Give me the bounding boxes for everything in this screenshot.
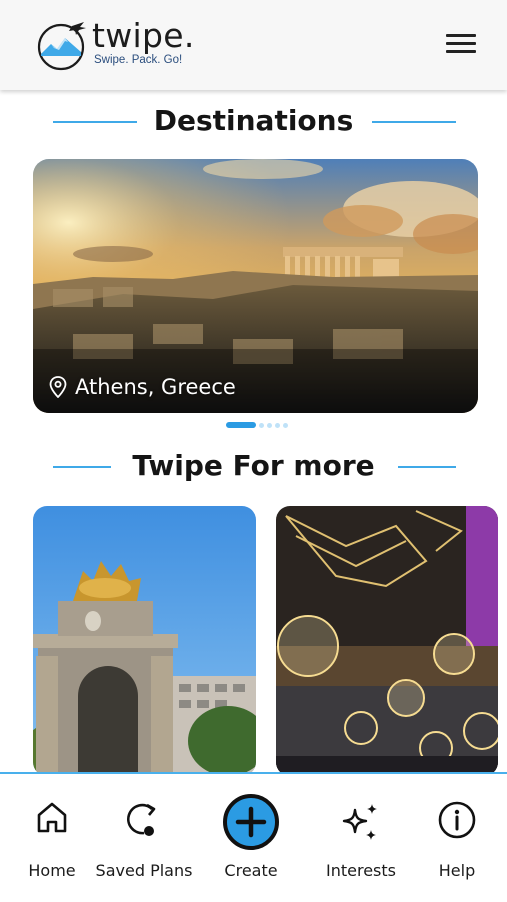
nav-create[interactable]: Create bbox=[216, 774, 286, 902]
carousel-dot[interactable] bbox=[267, 422, 272, 428]
location-pin-icon bbox=[49, 376, 67, 398]
saved-plans-icon bbox=[127, 803, 156, 836]
nav-saved-plans[interactable]: Saved Plans bbox=[93, 774, 195, 902]
nav-home[interactable]: Home bbox=[18, 774, 86, 902]
nav-interests[interactable]: Interests bbox=[321, 774, 401, 902]
destination-label: Athens, Greece bbox=[49, 375, 236, 399]
christmas-lights-photo bbox=[276, 506, 498, 776]
home-icon bbox=[37, 802, 67, 833]
app-header: twipe. Swipe. Pack. Go! bbox=[0, 0, 507, 90]
sparkles-icon bbox=[342, 804, 377, 840]
globe-plane-logo-icon bbox=[37, 22, 86, 71]
more-card-barcelona[interactable] bbox=[33, 506, 256, 776]
brand-name: twipe. bbox=[92, 16, 195, 55]
nav-interests-label: Interests bbox=[326, 861, 396, 880]
carousel-dot[interactable] bbox=[283, 422, 288, 428]
carousel-indicator bbox=[226, 422, 288, 428]
brand-logo[interactable]: twipe. Swipe. Pack. Go! bbox=[34, 16, 204, 74]
brand-tagline: Swipe. Pack. Go! bbox=[94, 54, 183, 66]
info-icon bbox=[438, 801, 476, 839]
nav-help[interactable]: Help bbox=[428, 774, 486, 902]
nav-help-label: Help bbox=[438, 861, 476, 880]
destination-name: Athens, Greece bbox=[75, 375, 236, 399]
nav-home-label: Home bbox=[28, 861, 76, 880]
carousel-dot[interactable] bbox=[275, 422, 280, 428]
carousel-dot[interactable] bbox=[259, 422, 264, 428]
nav-create-label: Create bbox=[224, 861, 278, 880]
hamburger-menu-icon[interactable] bbox=[446, 34, 476, 58]
carousel-dot-active[interactable] bbox=[226, 422, 256, 428]
more-title: Twipe For more bbox=[132, 449, 375, 482]
more-card-lights[interactable] bbox=[276, 506, 498, 776]
fountain-photo bbox=[33, 506, 256, 776]
nav-saved-plans-label: Saved Plans bbox=[95, 861, 193, 880]
destination-card[interactable]: Athens, Greece bbox=[33, 159, 478, 413]
plus-circle-icon bbox=[223, 794, 279, 850]
destinations-title: Destinations bbox=[153, 104, 354, 137]
bottom-navigation: Home Saved Plans Create Interests Help bbox=[0, 772, 507, 902]
